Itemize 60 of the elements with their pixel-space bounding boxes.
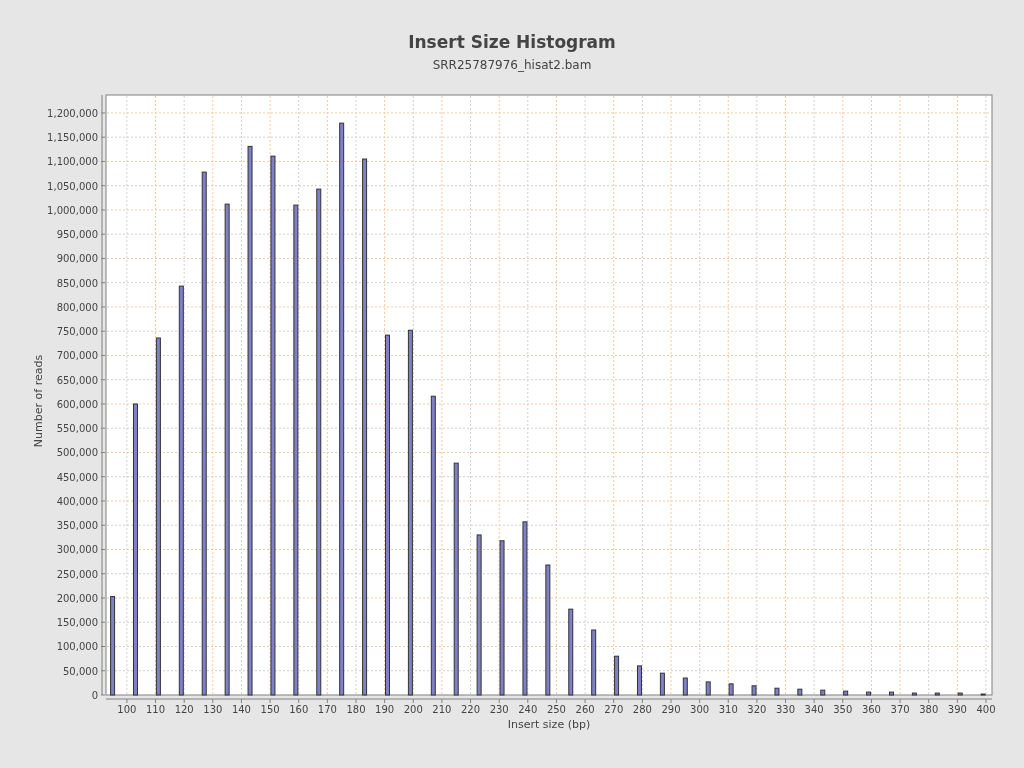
tick-label: 310 bbox=[718, 704, 738, 715]
tick-label: 950,000 bbox=[56, 229, 98, 241]
y-axis-label: Number of reads bbox=[32, 354, 45, 448]
tick-label: 700,000 bbox=[56, 350, 98, 362]
tick-label: 390 bbox=[947, 704, 967, 715]
tick-label: 300 bbox=[690, 704, 710, 715]
tick-label: 550,000 bbox=[56, 423, 98, 435]
tick-label: 180 bbox=[346, 704, 366, 715]
tick-label: 250,000 bbox=[56, 568, 98, 580]
tick-label: 150 bbox=[260, 704, 280, 715]
tick-label: 900,000 bbox=[56, 253, 98, 265]
tick-label: 100 bbox=[117, 704, 137, 715]
tick-label: 220 bbox=[461, 704, 481, 715]
x-axis-label: Insert size (bp) bbox=[507, 718, 591, 731]
tick-label: 1,050,000 bbox=[47, 180, 98, 192]
tick-label: 800,000 bbox=[56, 301, 98, 313]
tick-label: 200 bbox=[403, 704, 423, 715]
tick-label: 650,000 bbox=[56, 374, 98, 386]
tick-label: 280 bbox=[632, 704, 652, 715]
tick-label: 270 bbox=[604, 704, 624, 715]
tick-label: 110 bbox=[146, 704, 166, 715]
tick-label: 240 bbox=[518, 704, 538, 715]
tick-label: 750,000 bbox=[56, 326, 98, 338]
tick-label: 200,000 bbox=[56, 593, 98, 604]
tick-label: 170 bbox=[317, 704, 337, 715]
tick-label: 340 bbox=[804, 704, 824, 715]
tick-label: 160 bbox=[289, 704, 309, 715]
tick-label: 360 bbox=[861, 704, 881, 715]
tick-label: 380 bbox=[919, 704, 939, 715]
tick-label: 140 bbox=[231, 704, 251, 715]
tick-label: 350 bbox=[833, 704, 853, 715]
tick-label: 50,000 bbox=[63, 665, 98, 677]
tick-label: 1,100,000 bbox=[47, 156, 98, 168]
tick-label: 230 bbox=[489, 704, 509, 715]
tick-label: 320 bbox=[747, 704, 767, 715]
tick-label: 600,000 bbox=[56, 398, 98, 410]
tick-label: 500,000 bbox=[56, 447, 98, 459]
tick-label: 130 bbox=[203, 704, 223, 715]
tick-label: 330 bbox=[776, 704, 796, 715]
tick-label: 300,000 bbox=[56, 544, 98, 556]
tick-label: 1,000,000 bbox=[47, 204, 98, 216]
tick-label: 400,000 bbox=[56, 496, 98, 507]
tick-label: 120 bbox=[174, 704, 194, 715]
tick-label: 260 bbox=[575, 704, 595, 715]
chart-title: Insert Size Histogram bbox=[408, 32, 616, 52]
tick-label: 1,200,000 bbox=[47, 107, 98, 119]
tick-label: 1,150,000 bbox=[47, 132, 98, 144]
tick-label: 190 bbox=[375, 704, 395, 715]
tick-label: 250 bbox=[546, 704, 566, 715]
tick-label: 850,000 bbox=[56, 277, 98, 289]
tick-label: 0 bbox=[91, 690, 98, 701]
tick-label: 370 bbox=[890, 704, 910, 715]
tick-label: 150,000 bbox=[56, 617, 98, 629]
tick-label: 350,000 bbox=[56, 520, 98, 532]
tick-label: 290 bbox=[661, 704, 681, 715]
tick-label: 450,000 bbox=[56, 471, 98, 483]
tick-label: 400 bbox=[976, 704, 996, 715]
chart-subtitle: SRR25787976_hisat2.bam bbox=[432, 58, 592, 72]
tick-label: 210 bbox=[432, 704, 452, 715]
tick-label: 100,000 bbox=[56, 641, 98, 653]
